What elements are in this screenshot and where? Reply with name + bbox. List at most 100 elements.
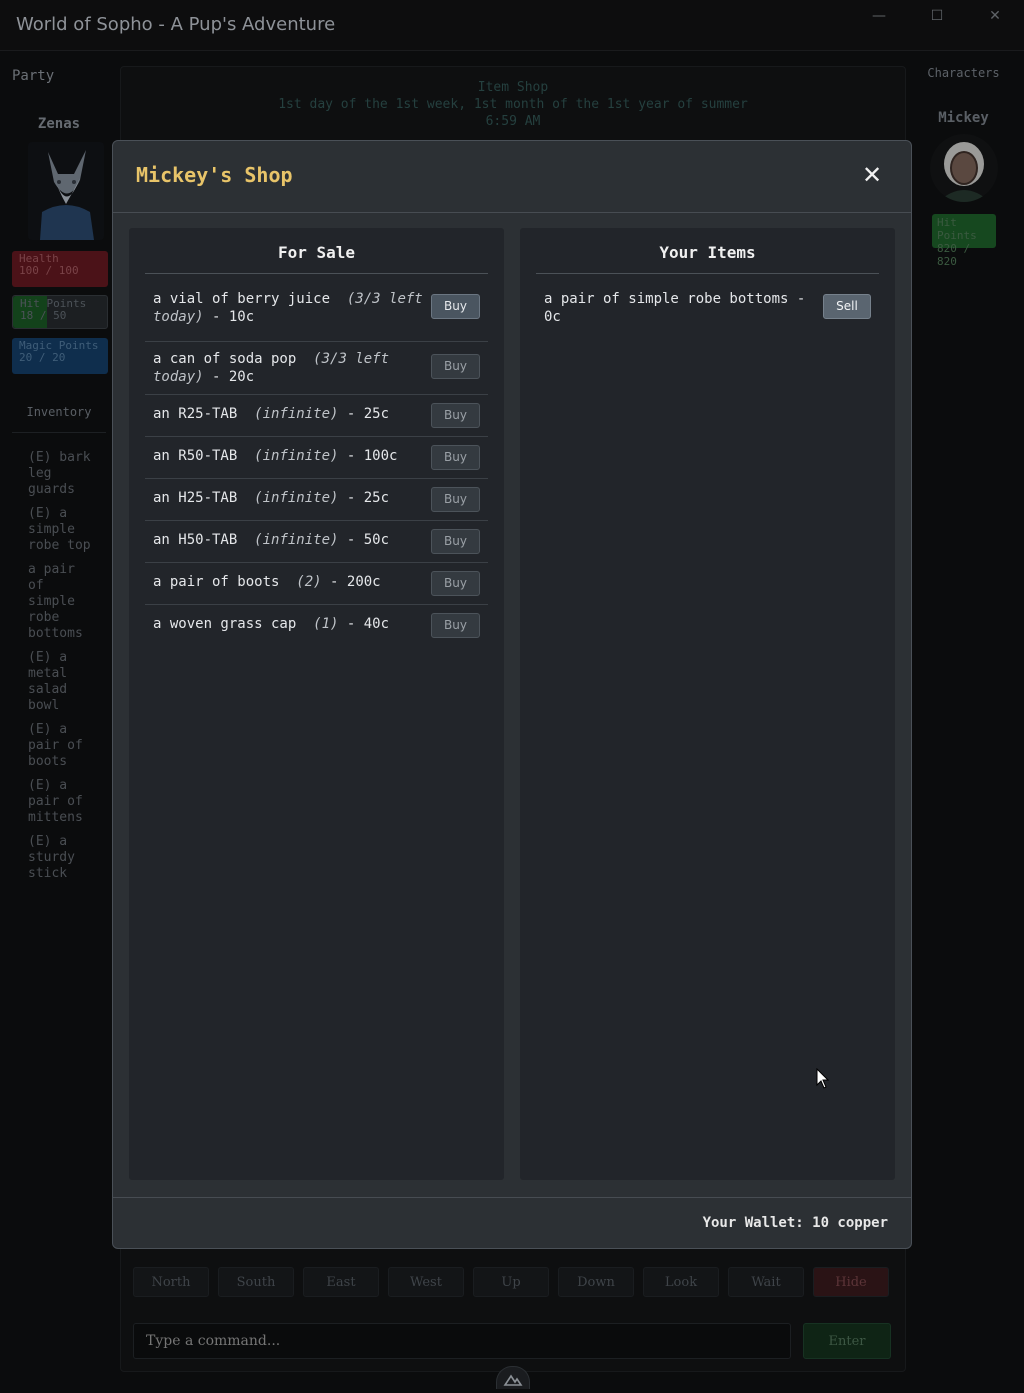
item-name: a can of soda pop bbox=[153, 351, 297, 367]
shop-footer: Your Wallet: 10 copper bbox=[113, 1197, 911, 1249]
party-sidebar: Party Zenas Health 100 / 100 Hit Points … bbox=[0, 50, 118, 1388]
characters-sidebar: Characters Mickey Hit Points 820 / 820 bbox=[916, 50, 1024, 1388]
item-name: a woven grass cap bbox=[153, 616, 297, 632]
magic-points-bar: Magic Points 20 / 20 bbox=[12, 338, 108, 374]
date-text: 1st day of the 1st week, 1st month of th… bbox=[278, 97, 748, 112]
list-item: an H25-TAB (infinite) - 25c Buy bbox=[145, 479, 488, 521]
inventory-item[interactable]: (E) a simple robe top bbox=[28, 506, 98, 554]
status-area: Item Shop 1st day of the 1st week, 1st m… bbox=[121, 79, 905, 130]
down-button[interactable]: Down bbox=[558, 1267, 634, 1297]
buy-button[interactable]: Buy bbox=[431, 294, 480, 319]
inventory-item[interactable]: (E) a metal salad bowl bbox=[28, 650, 98, 714]
up-button[interactable]: Up bbox=[473, 1267, 549, 1297]
inventory-item[interactable]: (E) a sturdy stick bbox=[28, 834, 98, 882]
mickey-portrait[interactable] bbox=[930, 134, 998, 202]
hit-points-value: 18 / 50 bbox=[20, 309, 67, 322]
item-price: - 10c bbox=[212, 309, 255, 325]
close-icon[interactable]: ✕ bbox=[858, 161, 886, 189]
mouse-cursor-icon bbox=[816, 1067, 830, 1094]
characters-label: Characters bbox=[927, 66, 1000, 80]
wait-button[interactable]: Wait bbox=[728, 1267, 804, 1297]
inventory-item[interactable]: (E) a pair of boots bbox=[28, 722, 98, 770]
item-name: a vial of berry juice bbox=[153, 291, 331, 307]
east-button[interactable]: East bbox=[303, 1267, 379, 1297]
item-name: a pair of boots bbox=[153, 574, 280, 590]
item-price: - 200c bbox=[330, 574, 381, 590]
buy-button[interactable]: Buy bbox=[431, 613, 480, 638]
item-name: an H25-TAB bbox=[153, 490, 238, 506]
your-items-panel: Your Items a pair of simple robe bottoms… bbox=[520, 228, 895, 1180]
item-price: - 20c bbox=[212, 369, 255, 385]
hide-button[interactable]: Hide bbox=[813, 1267, 889, 1297]
inventory-item[interactable]: (E) a pair of mittens bbox=[28, 778, 98, 826]
list-item: an R50-TAB (infinite) - 100c Buy bbox=[145, 437, 488, 479]
party-label: Party bbox=[12, 68, 55, 84]
buy-button[interactable]: Buy bbox=[431, 571, 480, 596]
item-note: (infinite) bbox=[254, 406, 339, 422]
item-name: an R25-TAB bbox=[153, 406, 238, 422]
buy-button[interactable]: Buy bbox=[431, 487, 480, 512]
magic-points-value: 20 / 20 bbox=[19, 351, 66, 364]
window-title: World of Sopho - A Pup's Adventure bbox=[16, 14, 336, 35]
for-sale-panel: For Sale a vial of berry juice (3/3 left… bbox=[129, 228, 504, 1180]
item-note: (infinite) bbox=[254, 448, 339, 464]
item-price: - 100c bbox=[346, 448, 398, 464]
inventory-label: Inventory bbox=[26, 405, 92, 419]
party-member-name: Zenas bbox=[37, 116, 81, 132]
buy-button[interactable]: Buy bbox=[431, 445, 480, 470]
character-name: Mickey bbox=[938, 110, 989, 126]
list-item: an R25-TAB (infinite) - 25c Buy bbox=[145, 395, 488, 437]
inventory-item[interactable]: (E) bark leg guards bbox=[28, 450, 98, 498]
wolf-portrait[interactable] bbox=[28, 142, 104, 240]
title-bar: World of Sopho - A Pup's Adventure — ☐ ✕ bbox=[0, 0, 1024, 51]
list-item: a pair of boots (2) - 200c Buy bbox=[145, 563, 488, 605]
item-note: (2) bbox=[296, 574, 322, 590]
item-name: an H50-TAB bbox=[153, 532, 238, 548]
buy-button[interactable]: Buy bbox=[431, 354, 480, 379]
shop-header: Mickey's Shop ✕ bbox=[113, 141, 911, 213]
command-input[interactable] bbox=[133, 1323, 791, 1359]
shop-title: Mickey's Shop bbox=[136, 163, 293, 187]
item-name: a pair of simple robe bottoms bbox=[544, 291, 789, 307]
item-price: - 25c bbox=[346, 406, 390, 422]
minimize-icon[interactable]: — bbox=[864, 8, 894, 26]
inventory-list: (E) bark leg guards (E) a simple robe to… bbox=[28, 450, 98, 890]
item-price: - 25c bbox=[346, 490, 390, 506]
for-sale-list: a vial of berry juice (3/3 left today) -… bbox=[145, 288, 488, 647]
sell-button[interactable]: Sell bbox=[823, 294, 871, 319]
for-sale-title: For Sale bbox=[145, 243, 488, 274]
item-note: (1) bbox=[313, 616, 339, 632]
character-hit-points-bar: Hit Points 820 / 820 bbox=[932, 214, 996, 268]
your-items-title: Your Items bbox=[536, 243, 879, 274]
character-hit-points-label: Hit Points bbox=[937, 216, 977, 242]
item-name: an R50-TAB bbox=[153, 448, 238, 464]
look-button[interactable]: Look bbox=[643, 1267, 719, 1297]
time-text: 6:59 AM bbox=[485, 114, 541, 129]
inventory-item[interactable]: a pair of simple robe bottoms bbox=[28, 562, 98, 642]
health-value: 100 / 100 bbox=[19, 264, 79, 277]
buy-button[interactable]: Buy bbox=[431, 403, 480, 428]
wallet-text: Your Wallet: 10 copper bbox=[702, 1215, 888, 1231]
hit-points-bar: Hit Points 18 / 50 bbox=[12, 295, 108, 329]
app-logo-icon[interactable] bbox=[496, 1366, 530, 1389]
west-button[interactable]: West bbox=[388, 1267, 464, 1297]
maximize-icon[interactable]: ☐ bbox=[922, 8, 952, 26]
list-item: a can of soda pop (3/3 left today) - 20c… bbox=[145, 342, 488, 395]
shop-modal: Mickey's Shop ✕ For Sale a vial of berry… bbox=[112, 140, 912, 1249]
inventory-divider bbox=[12, 432, 106, 433]
item-note: (infinite) bbox=[254, 490, 339, 506]
list-item: a woven grass cap (1) - 40c Buy bbox=[145, 605, 488, 647]
item-note: (infinite) bbox=[254, 532, 339, 548]
your-items-list: a pair of simple robe bottoms - 0c Sell bbox=[536, 288, 879, 342]
health-bar: Health 100 / 100 bbox=[12, 251, 108, 287]
close-window-icon[interactable]: ✕ bbox=[980, 8, 1010, 26]
buy-button[interactable]: Buy bbox=[431, 529, 480, 554]
north-button[interactable]: North bbox=[133, 1267, 209, 1297]
list-item: an H50-TAB (infinite) - 50c Buy bbox=[145, 521, 488, 563]
list-item: a vial of berry juice (3/3 left today) -… bbox=[145, 288, 488, 342]
location-text: Item Shop bbox=[477, 80, 549, 95]
enter-button[interactable]: Enter bbox=[803, 1323, 891, 1359]
south-button[interactable]: South bbox=[218, 1267, 294, 1297]
character-hit-points-value: 820 / 820 bbox=[937, 242, 971, 268]
list-item: a pair of simple robe bottoms - 0c Sell bbox=[536, 288, 879, 342]
